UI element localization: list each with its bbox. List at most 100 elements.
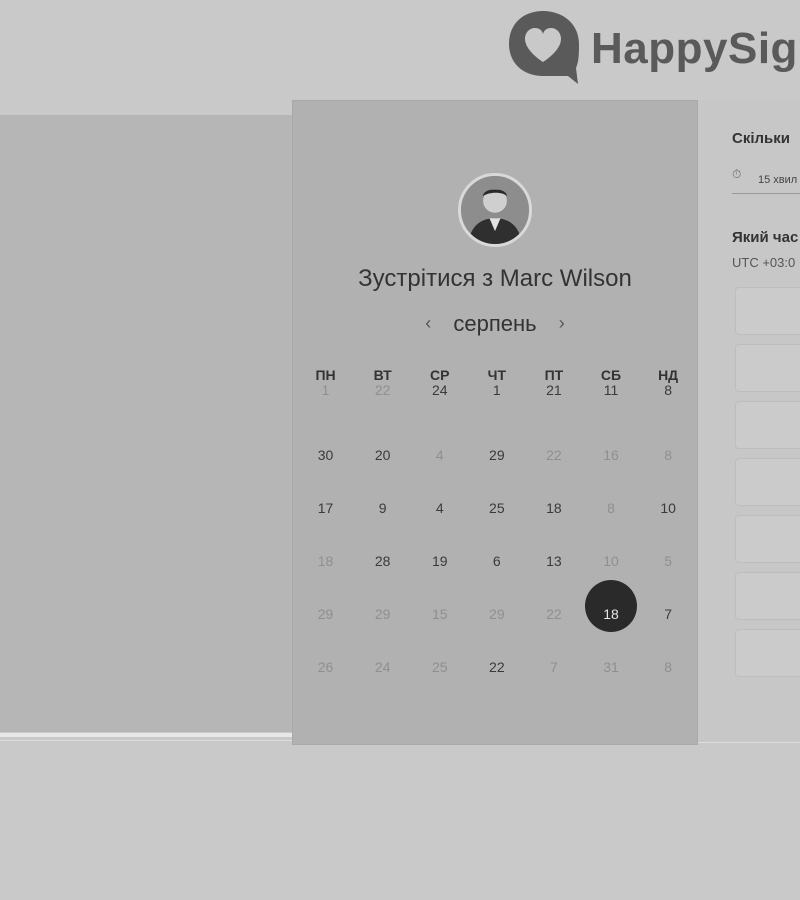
chevron-left-icon[interactable]: ‹ bbox=[417, 313, 439, 334]
calendar-day[interactable]: 20 bbox=[354, 436, 411, 489]
duration-select[interactable]: ⏱ 15 хвил bbox=[732, 165, 800, 194]
duration-value: 15 хвил bbox=[758, 174, 798, 186]
day-number: 17 bbox=[317, 500, 334, 516]
day-number: 13 bbox=[546, 553, 562, 569]
day-number: 26 bbox=[317, 659, 334, 675]
calendar-day[interactable]: 29 bbox=[297, 595, 354, 648]
meeting-title: Зустрітися з Marc Wilson bbox=[358, 265, 632, 292]
weekday-label: СР bbox=[430, 367, 450, 383]
day-number: 24 bbox=[374, 659, 391, 675]
weekday-label: ЧТ bbox=[487, 367, 507, 383]
calendar-week: 18 28 19 6 13 10 5 bbox=[297, 542, 697, 595]
calendar-day[interactable]: 22 bbox=[354, 383, 411, 436]
calendar-day[interactable]: 24 bbox=[354, 648, 411, 701]
day-number: 9 bbox=[378, 500, 387, 516]
day-number: 29 bbox=[317, 606, 334, 622]
selected-day[interactable]: 18 bbox=[582, 580, 639, 648]
calendar-day[interactable]: 26 bbox=[297, 648, 354, 701]
day-number: 11 bbox=[603, 382, 619, 398]
calendar-day[interactable]: 1 bbox=[297, 383, 354, 436]
brand-logo[interactable]: HappySig bbox=[506, 8, 800, 86]
calendar-day[interactable]: 7 bbox=[525, 648, 582, 701]
calendar-day[interactable]: 8 bbox=[640, 436, 697, 489]
calendar-day[interactable]: 7 bbox=[640, 595, 697, 648]
calendar-day[interactable]: 22 bbox=[525, 436, 582, 489]
calendar-day[interactable]: 4 bbox=[411, 489, 468, 542]
day-number: 24 bbox=[431, 382, 448, 398]
day-number: 5 bbox=[664, 553, 672, 569]
day-number: 28 bbox=[374, 553, 391, 569]
calendar-week: 30 20 4 29 22 16 8 bbox=[297, 436, 697, 489]
calendar-day[interactable]: 22 bbox=[525, 595, 582, 648]
day-number: 10 bbox=[660, 500, 676, 516]
calendar-day[interactable]: 8 bbox=[640, 383, 697, 436]
weekday-label: ПТ bbox=[544, 367, 564, 383]
time-slot[interactable] bbox=[735, 572, 800, 620]
day-number: 4 bbox=[435, 500, 444, 516]
day-number: 8 bbox=[664, 659, 672, 675]
avatar bbox=[458, 173, 532, 247]
calendar-day[interactable]: 5 bbox=[640, 542, 697, 595]
day-number: 22 bbox=[546, 606, 562, 622]
calendar-day[interactable]: 15 bbox=[411, 595, 468, 648]
calendar-day[interactable]: 4 bbox=[411, 436, 468, 489]
day-number: 22 bbox=[374, 382, 391, 398]
calendar-day[interactable]: 22 bbox=[468, 648, 525, 701]
calendar-day[interactable]: 9 bbox=[354, 489, 411, 542]
calendar-day[interactable]: 28 bbox=[354, 542, 411, 595]
weekday-label: ПН bbox=[315, 367, 336, 383]
calendar-day[interactable]: 30 bbox=[297, 436, 354, 489]
calendar-day[interactable]: 31 bbox=[582, 648, 639, 701]
calendar-day[interactable]: 16 bbox=[582, 436, 639, 489]
clock-icon: ⏱ bbox=[732, 167, 742, 181]
calendar-day[interactable]: 24 bbox=[411, 383, 468, 436]
day-number: 8 bbox=[664, 447, 672, 463]
calendar-week: 26 24 25 22 7 31 8 bbox=[297, 648, 697, 701]
calendar-day[interactable]: 29 bbox=[468, 436, 525, 489]
brand-name: HappySig bbox=[591, 24, 798, 73]
calendar-day[interactable]: 18 bbox=[525, 489, 582, 542]
timezone-label[interactable]: UTC +03:0 bbox=[732, 255, 795, 270]
day-number: 29 bbox=[489, 447, 505, 463]
divider bbox=[698, 742, 800, 743]
month-navigation: ‹ серпень › bbox=[293, 311, 697, 337]
calendar-day[interactable]: 8 bbox=[640, 648, 697, 701]
day-number: 10 bbox=[603, 553, 619, 569]
calendar-day[interactable]: 6 bbox=[468, 542, 525, 595]
day-number: 15 bbox=[431, 606, 448, 622]
time-slot[interactable] bbox=[735, 515, 800, 563]
calendar-day[interactable]: 8 bbox=[582, 489, 639, 542]
calendar-day[interactable]: 10 bbox=[640, 489, 697, 542]
day-number: 29 bbox=[489, 606, 505, 622]
calendar-day[interactable]: 21 bbox=[525, 383, 582, 436]
calendar-day[interactable]: 29 bbox=[468, 595, 525, 648]
calendar-week: 1 22 24 1 21 11 8 bbox=[297, 383, 697, 436]
time-slot[interactable] bbox=[735, 629, 800, 677]
calendar-day[interactable]: 25 bbox=[411, 648, 468, 701]
calendar-day[interactable]: 1 bbox=[468, 383, 525, 436]
day-number: 29 bbox=[374, 606, 391, 622]
calendar-day[interactable]: 17 bbox=[297, 489, 354, 542]
day-number: 1 bbox=[492, 382, 501, 398]
time-slot[interactable] bbox=[735, 287, 800, 335]
calendar-day[interactable]: 29 bbox=[354, 595, 411, 648]
day-number: 20 bbox=[374, 447, 391, 463]
time-slot[interactable] bbox=[735, 458, 800, 506]
calendar-day[interactable]: 13 bbox=[525, 542, 582, 595]
day-number: 30 bbox=[317, 447, 334, 463]
day-number: 18 bbox=[603, 606, 619, 622]
calendar-week: 17 9 4 25 18 8 10 bbox=[297, 489, 697, 542]
calendar-day[interactable]: 19 bbox=[411, 542, 468, 595]
calendar-day[interactable]: 18 bbox=[297, 542, 354, 595]
weekday-label: СБ bbox=[600, 367, 622, 383]
day-number: 18 bbox=[546, 500, 562, 516]
chevron-right-icon[interactable]: › bbox=[551, 313, 573, 334]
time-slot[interactable] bbox=[735, 344, 800, 392]
day-number: 8 bbox=[664, 382, 672, 398]
day-number: 25 bbox=[431, 659, 448, 675]
calendar-day[interactable]: 25 bbox=[468, 489, 525, 542]
time-slot[interactable] bbox=[735, 401, 800, 449]
heart-speech-bubble-icon bbox=[509, 11, 579, 84]
day-number: 7 bbox=[550, 659, 558, 675]
calendar-day[interactable]: 11 bbox=[582, 383, 639, 436]
